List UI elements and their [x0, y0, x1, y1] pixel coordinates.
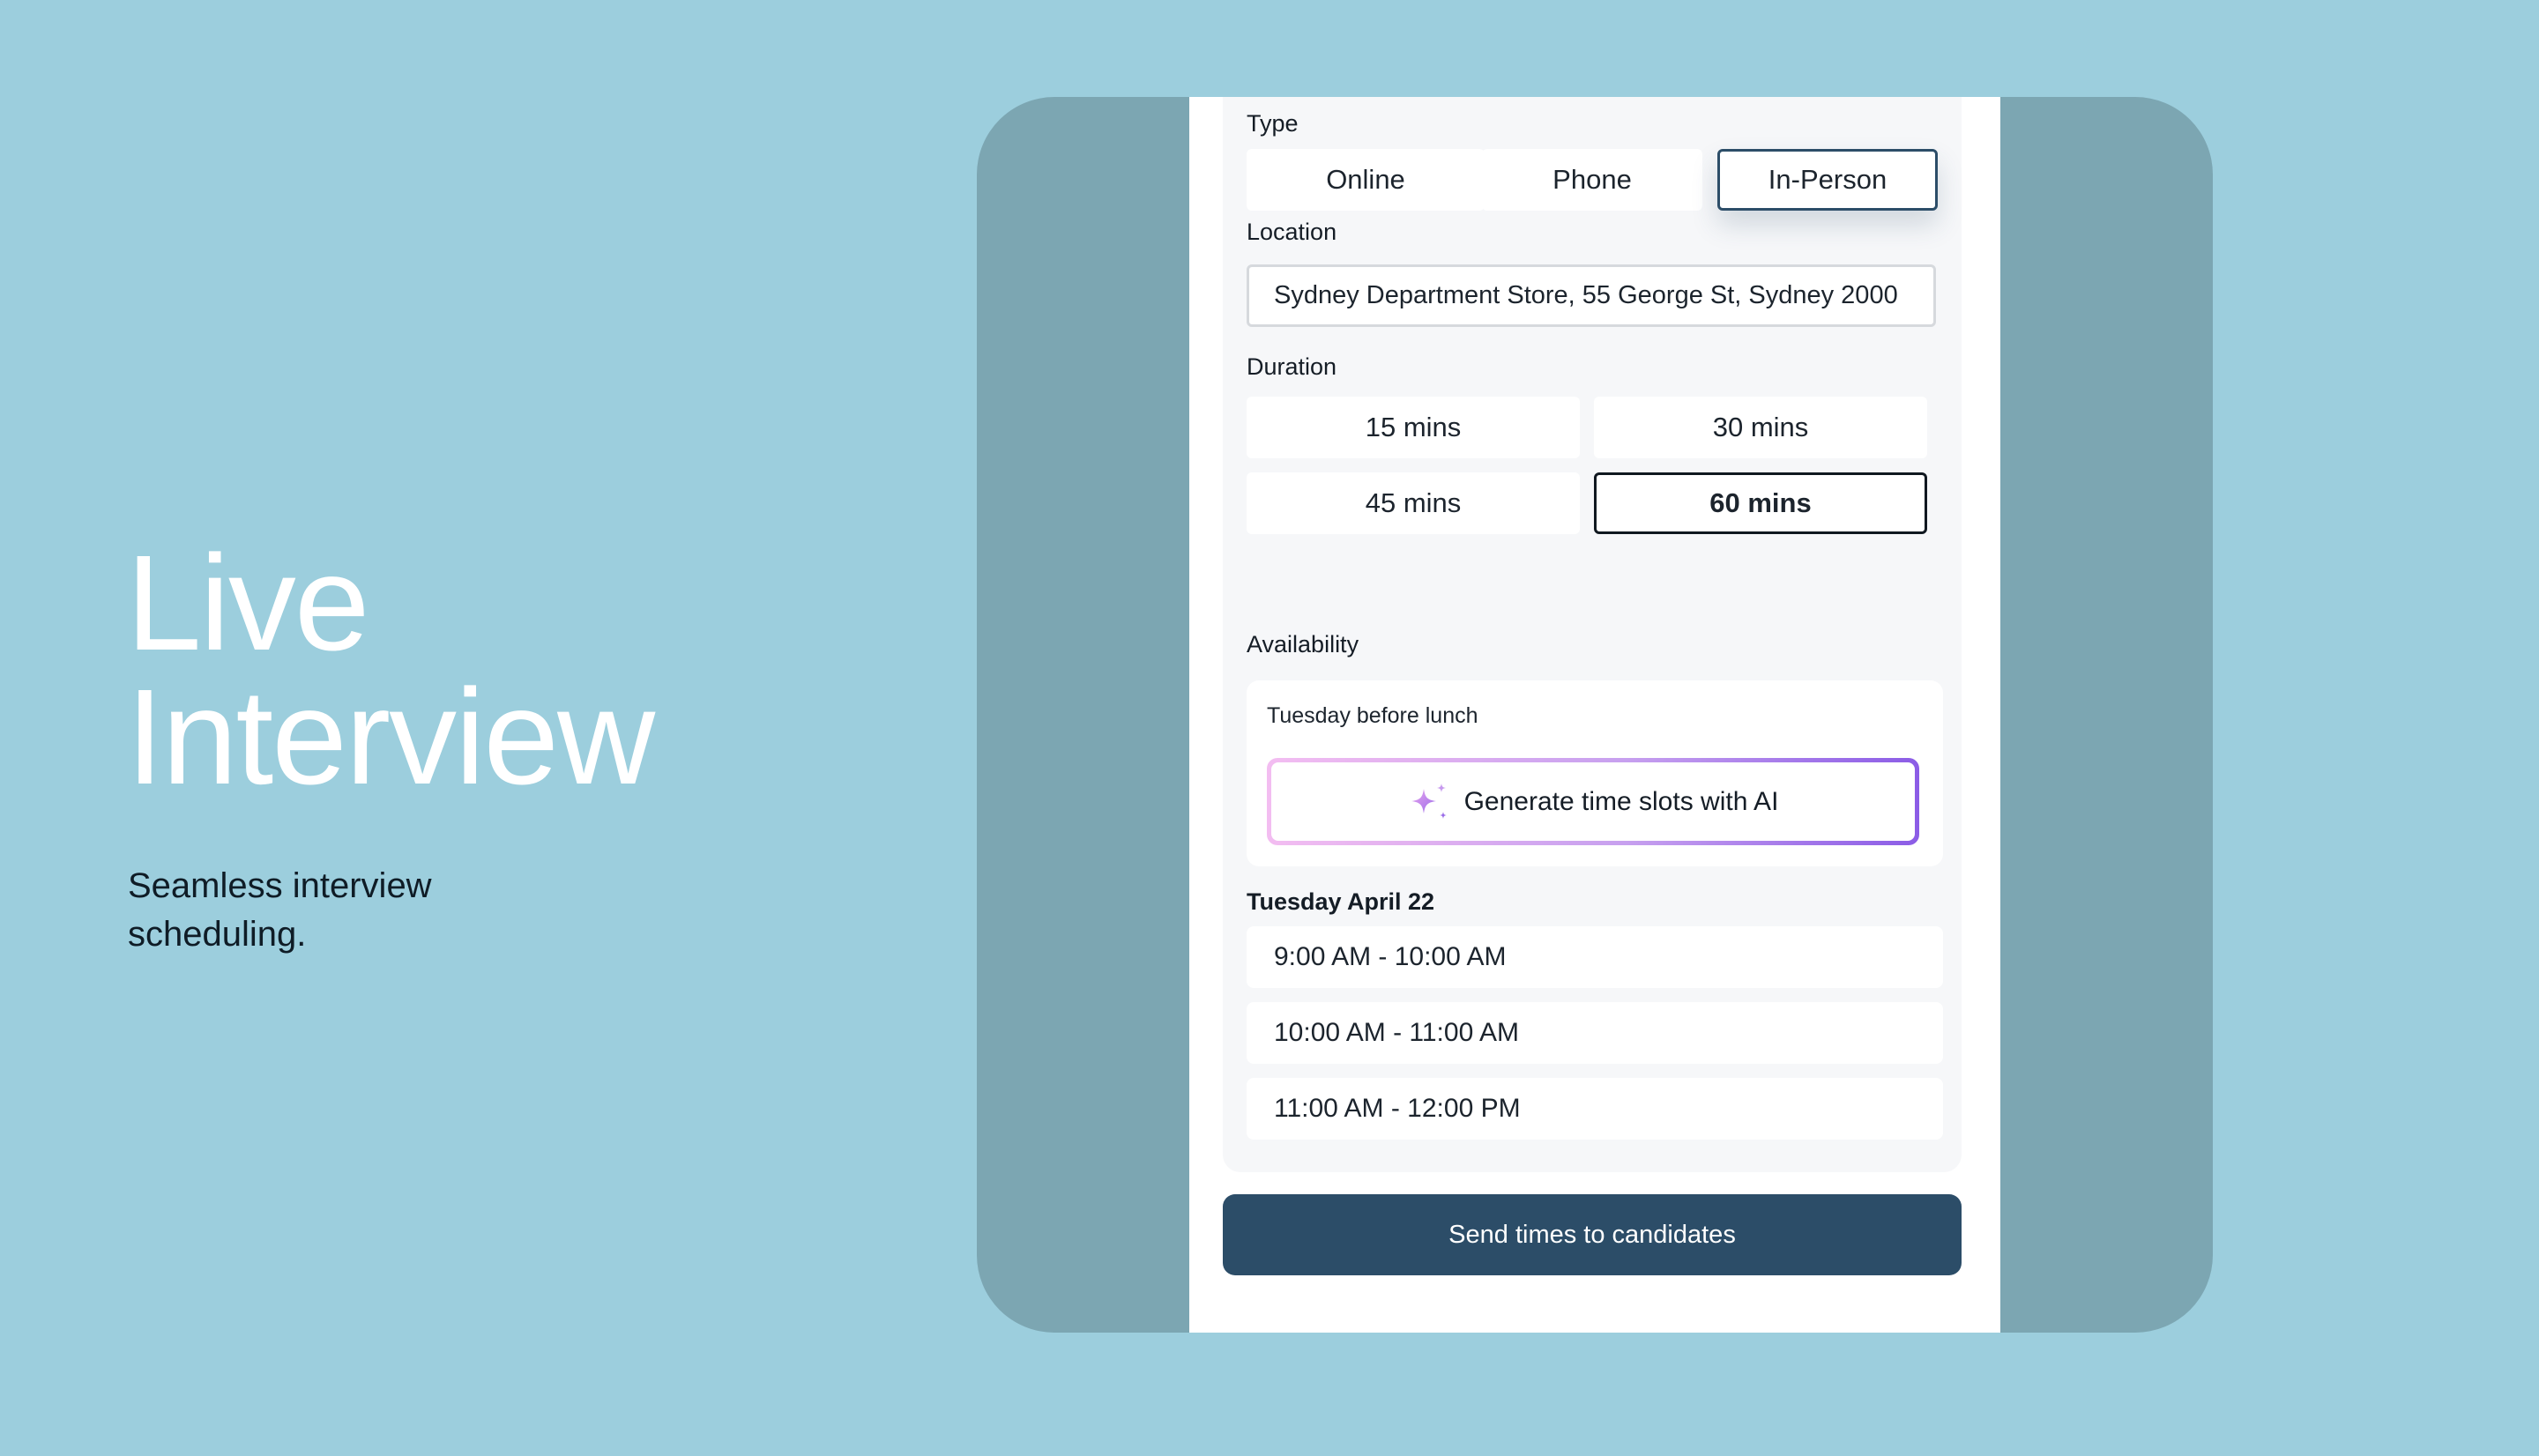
- device-frame: Type Online Phone In-Person Location Syd…: [977, 97, 2213, 1333]
- type-option-in-person[interactable]: In-Person: [1717, 149, 1938, 211]
- availability-label: Availability: [1247, 631, 1359, 657]
- duration-option-60[interactable]: 60 mins: [1594, 472, 1927, 534]
- type-option-phone[interactable]: Phone: [1482, 149, 1702, 211]
- type-option-online[interactable]: Online: [1247, 149, 1485, 211]
- time-slot[interactable]: 9:00 AM - 10:00 AM: [1247, 926, 1943, 988]
- generate-ai-slots-button[interactable]: Generate time slots with AI: [1267, 758, 1919, 845]
- duration-option-15[interactable]: 15 mins: [1247, 397, 1580, 458]
- time-slot[interactable]: 11:00 AM - 12:00 PM: [1247, 1078, 1943, 1140]
- sparkle-icon: [1411, 783, 1447, 819]
- duration-option-30[interactable]: 30 mins: [1594, 397, 1927, 458]
- time-slot[interactable]: 10:00 AM - 11:00 AM: [1247, 1002, 1943, 1064]
- hero-title-line2: Interview: [126, 661, 655, 813]
- interview-details-card: Type Online Phone In-Person Location Syd…: [1223, 97, 1962, 677]
- location-label: Location: [1247, 219, 1337, 245]
- hero-title-line1: Live: [126, 527, 370, 679]
- day-heading: Tuesday April 22: [1247, 888, 1435, 915]
- generate-ai-slots-label: Generate time slots with AI: [1463, 786, 1779, 816]
- scheduler-panel: Type Online Phone In-Person Location Syd…: [1189, 97, 2000, 1333]
- availability-prompt-box: Tuesday before lunch Generate time slots…: [1247, 680, 1943, 866]
- type-label: Type: [1247, 110, 1299, 137]
- duration-label: Duration: [1247, 353, 1337, 380]
- availability-card: Availability Tuesday before lunch Genera…: [1223, 602, 1962, 1172]
- send-times-button[interactable]: Send times to candidates: [1223, 1194, 1962, 1275]
- availability-prompt-text[interactable]: Tuesday before lunch: [1267, 703, 1478, 729]
- duration-option-45[interactable]: 45 mins: [1247, 472, 1580, 534]
- hero-subtitle: Seamless interview scheduling.: [128, 866, 432, 954]
- location-input[interactable]: Sydney Department Store, 55 George St, S…: [1247, 264, 1936, 327]
- hero-title: Live Interview: [126, 527, 655, 813]
